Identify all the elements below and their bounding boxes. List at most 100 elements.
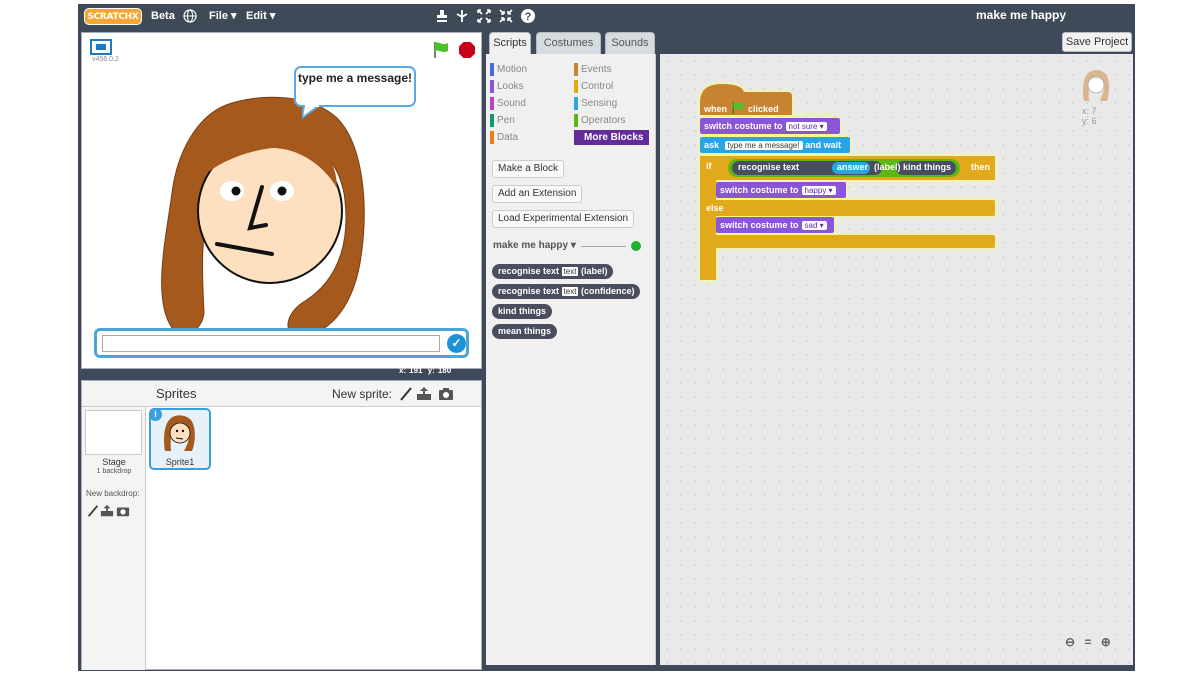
mouse-y-label: y: bbox=[427, 366, 435, 375]
new-backdrop-label: New backdrop: bbox=[86, 489, 140, 498]
reporter-recognise-text-label[interactable]: recognise text text (label) bbox=[492, 264, 614, 279]
ask-answer-box: ✓ bbox=[94, 328, 469, 358]
stage-canvas[interactable] bbox=[82, 63, 481, 363]
mouse-y-value: 180 bbox=[437, 366, 452, 375]
category-sound[interactable]: Sound bbox=[490, 96, 526, 111]
paint-brush-icon[interactable] bbox=[398, 386, 414, 402]
sprite-thumbnail[interactable]: i Sprite1 bbox=[149, 408, 211, 470]
category-control[interactable]: Control bbox=[574, 79, 613, 94]
mouse-coordinates: x: 191 y: 180 bbox=[399, 366, 454, 375]
category-more-blocks[interactable]: More Blocks bbox=[574, 130, 649, 145]
ask-text-input[interactable]: type me a message! bbox=[724, 141, 803, 150]
if-else-block[interactable]: if bbox=[706, 161, 712, 171]
camera-icon[interactable] bbox=[438, 386, 454, 402]
tab-sounds[interactable]: Sounds bbox=[605, 32, 655, 54]
globe-icon[interactable] bbox=[183, 9, 197, 23]
current-sprite-icon bbox=[1083, 70, 1110, 101]
category-data[interactable]: Data bbox=[490, 130, 518, 145]
reporter-recognise-text-confidence[interactable]: recognise text text (confidence) bbox=[492, 284, 641, 299]
when-flag-clicked-block[interactable]: when clicked bbox=[704, 101, 779, 115]
recognise-text-reporter[interactable]: recognise text bbox=[738, 162, 799, 172]
sprite-position: x: 7 y: 6 bbox=[1082, 106, 1097, 126]
stage-header: v456.0.2 bbox=[82, 33, 481, 63]
stage-column: Stage 1 backdrop New backdrop: bbox=[82, 407, 146, 670]
extension-status-indicator bbox=[631, 241, 641, 251]
category-events[interactable]: Events bbox=[574, 62, 612, 77]
submit-check-icon[interactable]: ✓ bbox=[447, 334, 466, 353]
switch-costume-sad-block[interactable]: switch costume to sad ▾ bbox=[720, 220, 827, 230]
paint-backdrop-icon[interactable] bbox=[86, 504, 100, 518]
extension-divider bbox=[581, 246, 626, 247]
help-icon[interactable]: ? bbox=[520, 8, 536, 24]
mouse-x-label: x: bbox=[399, 366, 407, 375]
kind-things-reporter[interactable]: kind things bbox=[903, 162, 951, 172]
scratchx-logo[interactable]: SCRATCHX bbox=[84, 8, 142, 25]
costume-dropdown[interactable]: not sure ▾ bbox=[785, 122, 827, 131]
svg-text:?: ? bbox=[525, 11, 532, 23]
load-experimental-extension-button[interactable]: Load Experimental Extension bbox=[492, 210, 635, 228]
cut-scissors-icon[interactable] bbox=[454, 8, 470, 24]
shrink-icon[interactable] bbox=[498, 8, 514, 24]
info-icon[interactable]: i bbox=[149, 408, 162, 421]
upload-backdrop-icon[interactable] bbox=[100, 504, 114, 518]
switch-costume-block[interactable]: switch costume to not sure ▾ bbox=[704, 121, 827, 131]
camera-backdrop-icon[interactable] bbox=[116, 504, 130, 518]
sprites-title: Sprites bbox=[156, 386, 197, 401]
stop-sign-icon[interactable] bbox=[458, 41, 476, 59]
stage-label: Stage bbox=[102, 457, 126, 467]
switch-costume-happy-block[interactable]: switch costume to happy ▾ bbox=[720, 185, 836, 195]
green-flag-icon bbox=[732, 101, 743, 115]
costume-dropdown-happy[interactable]: happy ▾ bbox=[801, 186, 836, 195]
zoom-controls: ⊖ = ⊕ bbox=[1062, 635, 1114, 649]
stage-panel: v456.0.2 type me a message! ✓ bbox=[81, 32, 482, 369]
grow-icon[interactable] bbox=[476, 8, 492, 24]
green-flag-icon[interactable] bbox=[432, 41, 450, 59]
category-sensing[interactable]: Sensing bbox=[574, 96, 617, 111]
answer-reporter[interactable]: answer bbox=[837, 162, 868, 172]
speech-bubble-text: type me a message! bbox=[297, 71, 413, 85]
zoom-in-icon[interactable]: ⊕ bbox=[1101, 635, 1111, 649]
sprite-name: Sprite1 bbox=[165, 457, 195, 467]
project-title[interactable]: make me happy bbox=[976, 8, 1066, 22]
new-sprite-label: New sprite: bbox=[332, 387, 393, 401]
zoom-reset-icon[interactable]: = bbox=[1084, 635, 1091, 649]
sprite1-thumbnail-image bbox=[164, 415, 195, 451]
then-label: then bbox=[971, 162, 990, 172]
mouse-x-value: 191 bbox=[409, 366, 423, 375]
category-motion[interactable]: Motion bbox=[490, 62, 527, 77]
stage-thumbnail[interactable] bbox=[85, 410, 142, 455]
upload-sprite-icon[interactable] bbox=[416, 386, 432, 402]
sprites-header: Sprites New sprite: bbox=[82, 381, 481, 407]
zoom-out-icon[interactable]: ⊖ bbox=[1065, 635, 1075, 649]
scratchx-editor: SCRATCHX Beta File ▾ Edit ▾ ? make me ha… bbox=[78, 4, 1135, 671]
tab-costumes[interactable]: Costumes bbox=[536, 32, 601, 54]
block-palette: Motion Looks Sound Pen Data Events Contr… bbox=[486, 54, 656, 665]
ask-and-wait-block[interactable]: ask type me a message! and wait bbox=[704, 140, 841, 150]
backdrop-count: 1 backdrop bbox=[96, 468, 132, 475]
answer-input[interactable] bbox=[102, 335, 440, 352]
speech-bubble-tail bbox=[302, 105, 322, 119]
tab-scripts[interactable]: Scripts bbox=[489, 32, 531, 55]
costume-dropdown-sad[interactable]: sad ▾ bbox=[801, 221, 827, 230]
category-looks[interactable]: Looks bbox=[490, 79, 524, 94]
reporter-kind-things[interactable]: kind things bbox=[492, 304, 552, 319]
label-suffix: (label) bbox=[874, 162, 901, 172]
version-label: v456.0.2 bbox=[92, 56, 119, 63]
extension-name-menu[interactable]: make me happy ▾ bbox=[493, 240, 576, 251]
category-pen[interactable]: Pen bbox=[490, 113, 515, 128]
edit-menu[interactable]: Edit ▾ bbox=[246, 9, 275, 22]
category-operators[interactable]: Operators bbox=[574, 113, 625, 128]
beta-label: Beta bbox=[151, 10, 175, 22]
file-menu[interactable]: File ▾ bbox=[209, 9, 237, 22]
fullscreen-icon[interactable] bbox=[90, 39, 112, 55]
save-project-button[interactable]: Save Project bbox=[1062, 32, 1132, 52]
else-label: else bbox=[706, 203, 724, 213]
scripts-area[interactable]: when clicked switch costume to not sure ▾… bbox=[660, 54, 1133, 665]
reporter-mean-things[interactable]: mean things bbox=[492, 324, 558, 339]
make-a-block-button[interactable]: Make a Block bbox=[492, 160, 565, 178]
speech-bubble: type me a message! bbox=[294, 66, 416, 119]
add-extension-button[interactable]: Add an Extension bbox=[492, 185, 583, 203]
duplicate-stamp-icon[interactable] bbox=[434, 8, 450, 24]
sprites-pane: Sprites New sprite: Stage 1 backdrop New… bbox=[81, 380, 482, 670]
menu-bar: SCRATCHX Beta File ▾ Edit ▾ ? make me ha… bbox=[78, 4, 1135, 29]
